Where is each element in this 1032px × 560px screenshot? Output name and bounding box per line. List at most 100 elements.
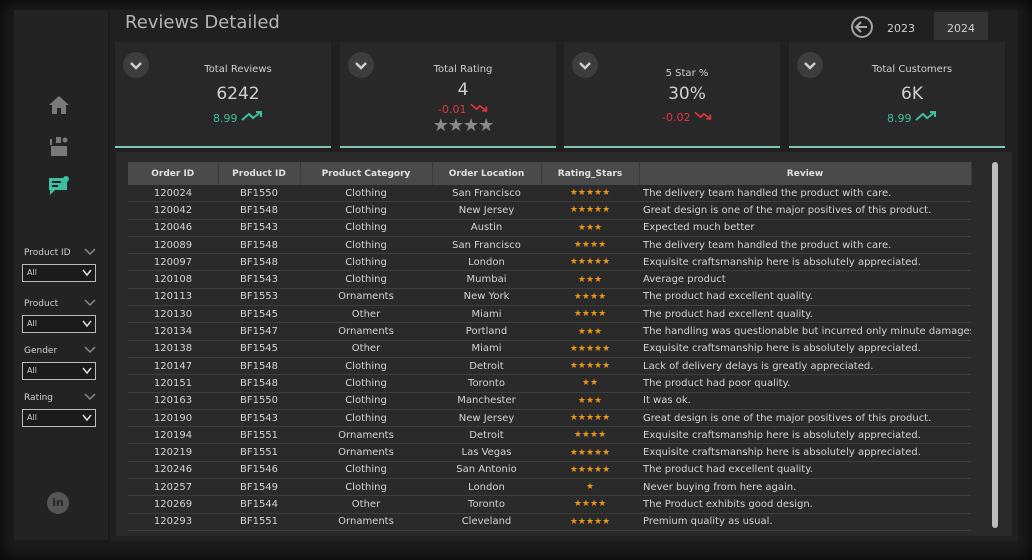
table-row[interactable]: 120293 BF1551 Ornaments Cleveland ★★★★★ Premi… bbox=[128, 513, 971, 531]
review-cell: The product had excellent quality. bbox=[639, 305, 971, 324]
table-cell: BF1549 bbox=[218, 478, 300, 497]
review-cell: The product had excellent quality. bbox=[639, 288, 971, 307]
table-row[interactable]: 120046 BF1543 Clothing Austin ★★★ Expected mu… bbox=[128, 219, 971, 237]
table-cell: Mumbai bbox=[432, 270, 541, 289]
reviews-icon[interactable] bbox=[47, 175, 71, 199]
table-cell: BF1543 bbox=[218, 409, 300, 428]
column-header[interactable]: Rating_Stars bbox=[541, 162, 640, 185]
table-row[interactable]: 120042 BF1548 Clothing New Jersey ★★★★★ Great… bbox=[128, 201, 971, 220]
team-icon[interactable] bbox=[47, 135, 71, 159]
table-row[interactable]: 120163 BF1550 Clothing Manchester ★★★ It was … bbox=[128, 392, 971, 410]
rating-stars-cell: ★★★★★ bbox=[541, 461, 639, 480]
rating-stars-cell: ★★★★ bbox=[541, 305, 639, 324]
column-header[interactable]: Product Category bbox=[300, 162, 433, 185]
table-row[interactable]: 120219 BF1551 Ornaments Las Vegas ★★★★★ Exqui… bbox=[128, 443, 971, 462]
rating-stars-cell: ★★★ bbox=[541, 270, 639, 289]
year-button-2023[interactable]: 2023 bbox=[874, 12, 928, 40]
table-cell: San Francisco bbox=[432, 185, 541, 203]
table-row[interactable]: 120097 BF1548 Clothing London ★★★★★ Exquisite… bbox=[128, 253, 971, 272]
table-row[interactable]: 120190 BF1543 Clothing New Jersey ★★★★★ Great… bbox=[128, 409, 971, 428]
kpi-delta-value: 8.99 bbox=[213, 112, 238, 125]
table-row[interactable]: 120024 BF1550 Clothing San Francisco ★★★★★ Th… bbox=[128, 185, 971, 203]
rating-stars-cell: ★★★★★ bbox=[541, 443, 639, 462]
rating-stars-cell: ★★★★ bbox=[541, 288, 639, 307]
review-cell: Exquisite craftsmanship here is absolute… bbox=[639, 443, 971, 462]
table-cell: Miami bbox=[432, 305, 541, 324]
table-row[interactable]: 120246 BF1546 Clothing San Antonio ★★★★★ The … bbox=[128, 461, 971, 480]
table-cell: 120097 bbox=[128, 253, 218, 272]
chevron-down-icon bbox=[82, 414, 92, 422]
gender-select[interactable]: All bbox=[22, 362, 96, 380]
table-cell: Ornaments bbox=[300, 426, 432, 445]
table-cell: 120113 bbox=[128, 288, 218, 307]
rating-stars-cell: ★★★★★ bbox=[541, 513, 639, 531]
vertical-scrollbar[interactable] bbox=[992, 162, 998, 528]
column-header[interactable]: Product ID bbox=[218, 162, 301, 185]
table-cell: Clothing bbox=[300, 461, 432, 480]
product-select[interactable]: All bbox=[22, 315, 96, 333]
table-cell: 120293 bbox=[128, 513, 218, 531]
table-row[interactable]: 120113 BF1553 Ornaments New York ★★★★ The pro… bbox=[128, 288, 971, 307]
trend-up-icon bbox=[241, 111, 262, 121]
column-header[interactable]: Review bbox=[639, 162, 972, 185]
table-row[interactable]: 120147 BF1548 Clothing Detroit ★★★★★ Lack of … bbox=[128, 357, 971, 376]
year-button-2024[interactable]: 2024 bbox=[934, 12, 988, 40]
rating-stars-cell: ★★★★ bbox=[541, 236, 639, 255]
review-cell: The product had poor quality. bbox=[639, 374, 971, 393]
table-row[interactable]: 120138 BF1545 Other Miami ★★★★★ Exquisite cra… bbox=[128, 340, 971, 358]
kpi-delta: -0.01 bbox=[370, 102, 556, 116]
rating-stars-cell: ★★★ bbox=[541, 322, 639, 341]
table-cell: BF1550 bbox=[218, 185, 300, 203]
kpi-title: 5 Star % bbox=[665, 68, 709, 79]
rating-stars-cell: ★★★★★ bbox=[541, 409, 639, 428]
product-id-select[interactable]: All bbox=[22, 264, 96, 282]
table-cell: 120246 bbox=[128, 461, 218, 480]
rating-stars-cell: ★★★★★ bbox=[541, 253, 639, 272]
chevron-down-icon[interactable] bbox=[84, 346, 96, 354]
table-row[interactable]: 120269 BF1544 Other Toronto ★★★★ The Product … bbox=[128, 495, 971, 514]
column-header[interactable]: Order Location bbox=[432, 162, 542, 185]
table-row[interactable]: 120151 BF1548 Clothing Toronto ★★ The product… bbox=[128, 374, 971, 393]
table-cell: 120130 bbox=[128, 305, 218, 324]
chevron-down-icon[interactable] bbox=[84, 248, 96, 256]
table-cell: Ornaments bbox=[300, 288, 432, 307]
table-cell: Clothing bbox=[300, 201, 432, 220]
trend-down-icon bbox=[694, 111, 712, 120]
chevron-down-icon bbox=[82, 367, 92, 375]
table-cell: BF1544 bbox=[218, 495, 300, 514]
table-cell: BF1548 bbox=[218, 236, 300, 255]
table-cell: Clothing bbox=[300, 270, 432, 289]
review-cell: Premium quality as usual. bbox=[639, 513, 971, 531]
review-cell: It was ok. bbox=[639, 392, 971, 410]
column-header[interactable]: Order ID bbox=[128, 162, 219, 185]
table-row[interactable]: 120194 BF1551 Ornaments Detroit ★★★★ Exquisit… bbox=[128, 426, 971, 445]
kpi-delta-value: 8.99 bbox=[887, 112, 912, 125]
rating-stars-cell: ★★★★ bbox=[541, 426, 639, 445]
table-cell: BF1553 bbox=[218, 288, 300, 307]
table-cell: San Antonio bbox=[432, 461, 541, 480]
back-arrow-icon[interactable] bbox=[851, 16, 873, 38]
table-cell: BF1546 bbox=[218, 461, 300, 480]
home-icon[interactable] bbox=[47, 93, 71, 117]
table-row[interactable]: 120257 BF1549 Clothing London ★ Never buying … bbox=[128, 478, 971, 497]
table-cell: 120108 bbox=[128, 270, 218, 289]
review-cell: The Product exhibits good design. bbox=[639, 495, 971, 514]
table-cell: London bbox=[432, 478, 541, 497]
rating-select[interactable]: All bbox=[22, 409, 96, 427]
filter-label-gender: Gender bbox=[24, 346, 58, 356]
table-cell: 120163 bbox=[128, 392, 218, 410]
kpi-card-total-customers: Total Customers 6K 8.99 bbox=[789, 42, 1005, 148]
table-cell: Manchester bbox=[432, 392, 541, 410]
chevron-down-icon[interactable] bbox=[84, 393, 96, 401]
chevron-down-icon bbox=[82, 269, 92, 277]
rating-stars-cell: ★★ bbox=[541, 374, 639, 393]
table-row[interactable]: 120134 BF1547 Ornaments Portland ★★★ The hand… bbox=[128, 322, 971, 341]
table-row[interactable]: 120089 BF1548 Clothing San Francisco ★★★★ The… bbox=[128, 236, 971, 255]
table-cell: BF1551 bbox=[218, 443, 300, 462]
kpi-delta-value: -0.02 bbox=[662, 111, 691, 124]
table-row[interactable]: 120130 BF1545 Other Miami ★★★★ The product ha… bbox=[128, 305, 971, 324]
chevron-down-icon[interactable] bbox=[84, 299, 96, 307]
table-row[interactable]: 120108 BF1543 Clothing Mumbai ★★★ Average pro… bbox=[128, 270, 971, 289]
table-cell: Clothing bbox=[300, 236, 432, 255]
linkedin-icon[interactable]: in bbox=[47, 492, 69, 514]
